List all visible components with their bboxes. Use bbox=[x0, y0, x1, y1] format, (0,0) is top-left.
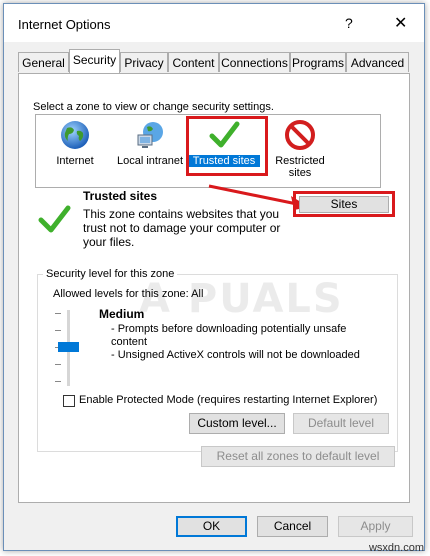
slider-tick bbox=[55, 330, 61, 331]
internet-options-dialog: Internet Options ? ✕ General Security Pr… bbox=[3, 3, 425, 551]
custom-level-button[interactable]: Custom level... bbox=[189, 413, 285, 434]
zone-label-restricted-sites: Restricted sites bbox=[275, 155, 325, 179]
globe-icon bbox=[61, 121, 89, 149]
zone-restricted-sites[interactable]: Restricted sites bbox=[264, 119, 336, 179]
ok-button[interactable]: OK bbox=[176, 516, 247, 537]
slider-tick bbox=[55, 381, 61, 382]
zone-internet[interactable]: Internet bbox=[40, 119, 110, 167]
default-level-button[interactable]: Default level bbox=[293, 413, 389, 434]
no-entry-icon bbox=[285, 120, 315, 150]
watermark: A PUALS bbox=[139, 276, 344, 322]
slider-tick bbox=[55, 364, 61, 365]
tab-security[interactable]: Security bbox=[69, 49, 120, 73]
tab-content[interactable]: Content bbox=[168, 52, 219, 72]
tab-advanced[interactable]: Advanced bbox=[346, 52, 409, 72]
reset-all-zones-button[interactable]: Reset all zones to default level bbox=[201, 446, 395, 467]
checkmark-icon bbox=[38, 205, 71, 233]
window-title: Internet Options bbox=[18, 17, 111, 32]
sites-button[interactable]: Sites bbox=[299, 196, 389, 213]
zone-prompt: Select a zone to view or change security… bbox=[33, 101, 274, 113]
zone-local-intranet[interactable]: Local intranet bbox=[112, 119, 188, 167]
apply-button[interactable]: Apply bbox=[338, 516, 413, 537]
zone-label-local-intranet: Local intranet bbox=[116, 155, 184, 167]
zone-description: This zone contains websites that you tru… bbox=[83, 207, 281, 249]
tab-general[interactable]: General bbox=[18, 52, 69, 72]
source-watermark: wsxdn.com bbox=[368, 542, 424, 554]
security-level-slider[interactable] bbox=[55, 310, 85, 386]
close-button[interactable]: ✕ bbox=[394, 13, 407, 33]
title-bar: Internet Options ? ✕ bbox=[4, 4, 424, 42]
cancel-button[interactable]: Cancel bbox=[257, 516, 328, 537]
tab-programs[interactable]: Programs bbox=[290, 52, 346, 72]
slider-thumb[interactable] bbox=[58, 342, 79, 352]
intranet-icon bbox=[137, 122, 163, 148]
level-bullet-1: - Prompts before downloading potentially… bbox=[111, 323, 347, 348]
protected-mode-checkbox[interactable] bbox=[63, 395, 75, 407]
help-button[interactable]: ? bbox=[345, 15, 353, 31]
level-bullet-2: - Unsigned ActiveX controls will not be … bbox=[111, 349, 360, 361]
level-name: Medium bbox=[99, 307, 145, 321]
slider-tick bbox=[55, 313, 61, 314]
zone-title: Trusted sites bbox=[83, 189, 158, 203]
tab-connections[interactable]: Connections bbox=[219, 52, 290, 72]
security-tab-panel: Select a zone to view or change security… bbox=[18, 73, 410, 503]
tab-privacy[interactable]: Privacy bbox=[120, 52, 168, 72]
zone-label-internet: Internet bbox=[56, 155, 94, 167]
protected-mode-label: Enable Protected Mode (requires restarti… bbox=[79, 394, 378, 406]
trusted-sites-highlight bbox=[186, 116, 268, 176]
